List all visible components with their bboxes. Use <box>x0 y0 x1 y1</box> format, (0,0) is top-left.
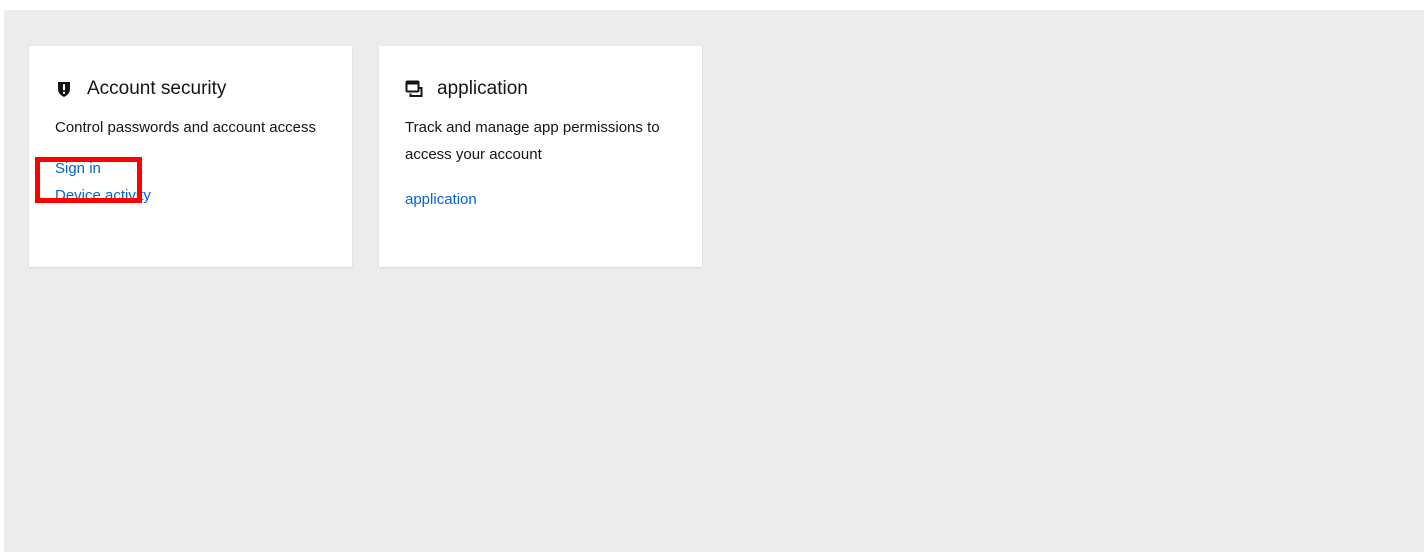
application-card: application Track and manage app permiss… <box>379 46 702 267</box>
sign-in-link[interactable]: Sign in <box>55 155 326 182</box>
account-security-links: Sign in Device activity <box>55 155 326 209</box>
application-title-text: application <box>437 78 528 99</box>
application-window-icon <box>405 80 423 98</box>
account-security-card: Account security Control passwords and a… <box>29 46 352 267</box>
application-link[interactable]: application <box>405 186 676 213</box>
main-content-area: Account security Control passwords and a… <box>4 10 1424 552</box>
account-security-title-text: Account security <box>87 78 227 99</box>
account-security-description: Control passwords and account access <box>55 119 316 136</box>
application-links: application <box>405 186 676 213</box>
device-activity-link[interactable]: Device activity <box>55 182 326 209</box>
application-title: application <box>405 76 676 102</box>
shield-icon <box>55 80 73 98</box>
account-security-title: Account security <box>55 76 326 102</box>
application-description: Track and manage app permissions to acce… <box>405 119 660 163</box>
